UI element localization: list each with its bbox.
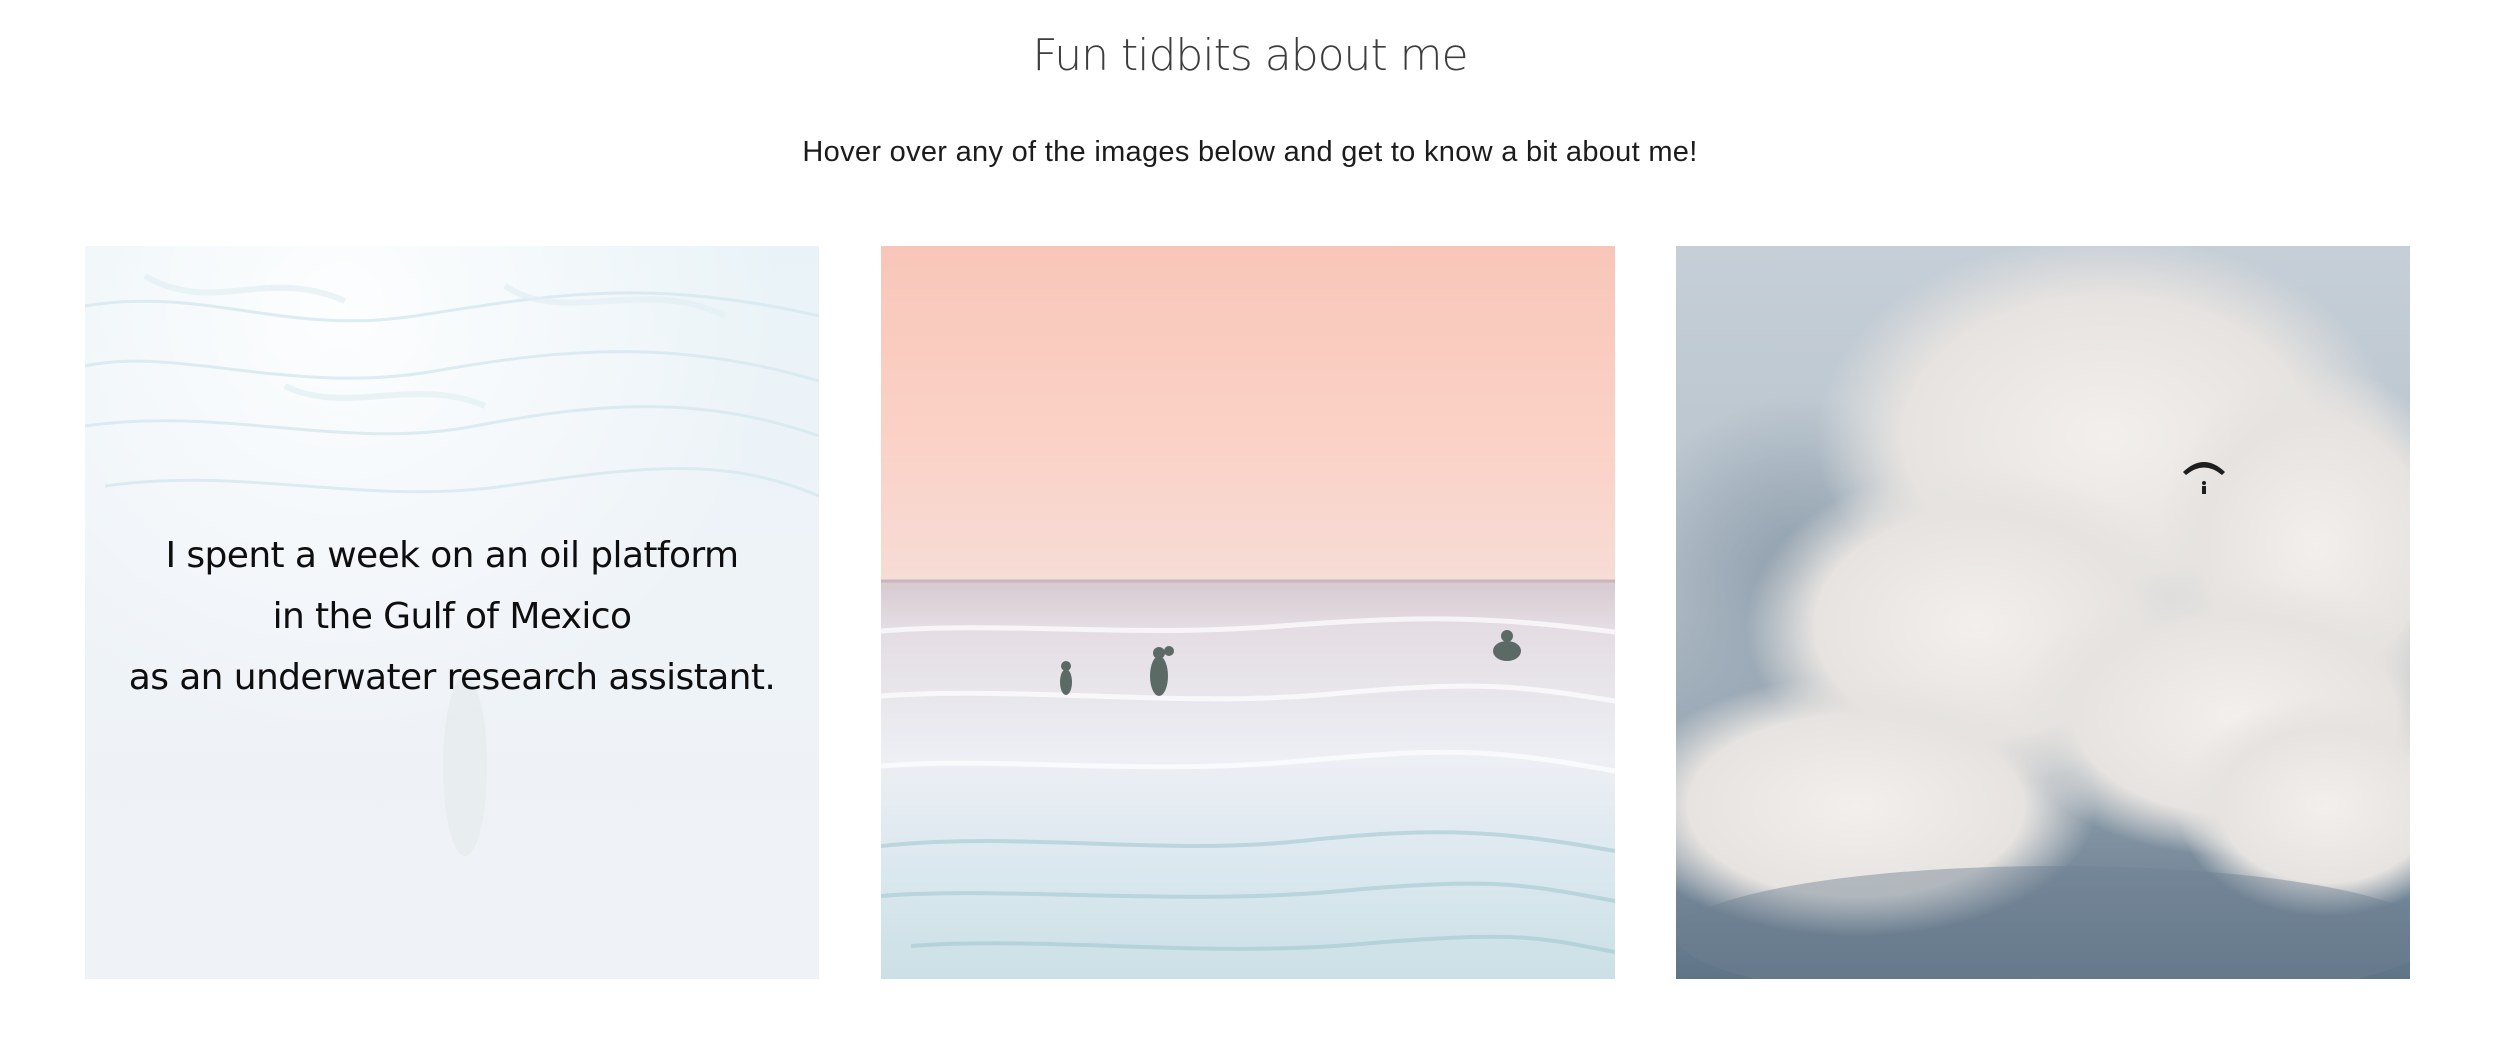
page-subtitle: Hover over any of the images below and g… — [802, 136, 1698, 168]
tidbit-tile-skydiving[interactable] — [1676, 246, 2410, 979]
page-title: Fun tidbits about me — [1032, 30, 1468, 81]
tidbit-tile-oil-platform[interactable]: I spent a week on an oil platform in the… — [85, 246, 819, 979]
tidbit-text-line: I spent a week on an oil platform — [165, 535, 740, 576]
tidbit-text-line: as an underwater research assistant. — [128, 657, 776, 698]
skydiver-clouds-photo — [1676, 246, 2410, 979]
tidbit-tile-surfers[interactable] — [881, 246, 1615, 979]
tidbit-text: I spent a week on an oil platform in the… — [85, 517, 819, 708]
surfers-pink-sky-photo — [881, 246, 1615, 979]
tidbit-text-line: in the Gulf of Mexico — [272, 596, 632, 637]
tidbit-hover-overlay: I spent a week on an oil platform in the… — [85, 246, 819, 979]
